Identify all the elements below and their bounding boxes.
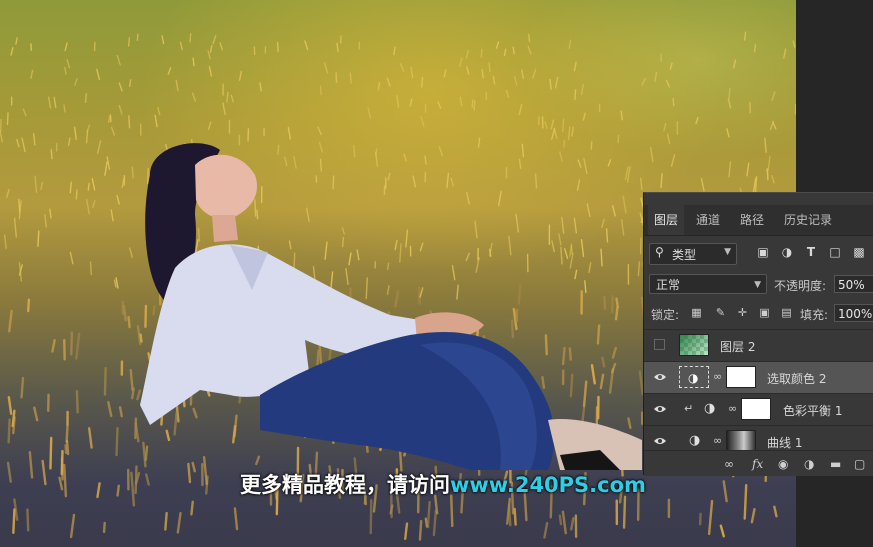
lock-transparent-icon[interactable]: ▦	[690, 306, 703, 319]
visibility-toggle-off[interactable]	[654, 339, 665, 350]
lock-position-icon[interactable]: ✛	[736, 306, 749, 319]
tab-history[interactable]: 历史记录	[778, 205, 838, 235]
watermark-site: www.240PS.com	[450, 473, 646, 497]
blend-mode-dropdown[interactable]: 正常 ▼	[649, 274, 767, 294]
panel-bottom-toolbar: ∞ fx ◉ ◑ ▬ ▢	[644, 450, 873, 476]
eye-icon[interactable]	[654, 404, 666, 414]
layer-row-layer-2[interactable]: 图层 2	[644, 329, 873, 361]
mask-thumbnail	[726, 366, 756, 388]
chevron-down-icon: ▼	[754, 280, 761, 290]
adjustment-thumbnail: ◑	[679, 366, 709, 388]
tab-layers[interactable]: 图层	[648, 205, 685, 235]
layer-row-color-balance-1[interactable]: ↵ ◑ ∞ 色彩平衡 1	[644, 393, 873, 425]
panel-tabs: 图层 通道 路径 历史记录	[644, 205, 873, 236]
opacity-field[interactable]: 50%	[834, 275, 873, 293]
layer-name: 曲线 1	[767, 436, 803, 450]
layers-panel[interactable]: 图层 通道 路径 历史记录 ⚲ 类型 ▼ ▣ ◑ T □ ▩ 正常 ▼ 不透明度…	[643, 192, 873, 476]
smart-object-filter-icon[interactable]: ▩	[852, 245, 866, 259]
image-filter-icon[interactable]: ▣	[756, 245, 770, 259]
link-layers-icon[interactable]: ∞	[724, 457, 734, 471]
lock-brush-icon[interactable]: ✎	[714, 306, 727, 319]
add-mask-icon[interactable]: ◉	[778, 457, 788, 471]
new-layer-icon[interactable]: ▢	[854, 457, 865, 471]
tab-channels[interactable]: 通道	[690, 205, 726, 235]
blend-mode-value: 正常	[656, 278, 681, 292]
watermark-prefix: 更多精品教程，请访问	[240, 473, 450, 497]
fill-label: 填充:	[800, 308, 829, 322]
girl-figure	[140, 143, 642, 470]
fx-icon[interactable]: fx	[752, 457, 763, 471]
type-filter-icon[interactable]: T	[804, 245, 818, 259]
lock-label: 锁定:	[651, 308, 680, 322]
adjustment-icon: ◑	[689, 433, 701, 448]
layer-name: 选取颜色 2	[767, 372, 827, 386]
layer-name: 色彩平衡 1	[783, 404, 843, 418]
link-chain-icon: ∞	[713, 370, 723, 383]
layer-name: 图层 2	[720, 340, 756, 354]
new-adjustment-icon[interactable]: ◑	[804, 457, 814, 471]
layer-thumbnail	[679, 334, 709, 356]
search-icon: ⚲	[655, 245, 664, 259]
link-chain-icon: ∞	[728, 402, 738, 415]
mask-thumbnail	[726, 430, 756, 450]
eye-icon[interactable]	[654, 436, 666, 446]
mask-thumbnail	[741, 398, 771, 420]
lock-all-icon[interactable]: ▤	[780, 306, 793, 319]
new-group-icon[interactable]: ▬	[830, 457, 841, 471]
opacity-label: 不透明度:	[774, 279, 827, 293]
clipping-arrow-icon: ↵	[684, 402, 694, 415]
layer-row-curves-1[interactable]: ◑ ∞ 曲线 1	[644, 425, 873, 450]
lock-artboard-icon[interactable]: ▣	[758, 306, 771, 319]
eye-icon[interactable]	[654, 372, 666, 382]
shape-filter-icon[interactable]: □	[828, 245, 842, 259]
adjustment-icon: ◑	[688, 371, 699, 385]
layer-row-selective-color-2[interactable]: ◑ ∞ 选取颜色 2	[644, 361, 873, 393]
adjustment-filter-icon[interactable]: ◑	[780, 245, 794, 259]
adjustment-icon: ◑	[704, 401, 716, 416]
link-chain-icon: ∞	[713, 434, 723, 447]
filter-label: 类型	[672, 248, 697, 262]
fill-field[interactable]: 100%	[834, 304, 873, 322]
layer-filter-dropdown[interactable]: ⚲ 类型 ▼	[649, 243, 737, 265]
watermark-text: 更多精品教程，请访问www.240PS.com	[240, 469, 646, 499]
chevron-down-icon: ▼	[724, 247, 731, 257]
tab-paths[interactable]: 路径	[734, 205, 770, 235]
